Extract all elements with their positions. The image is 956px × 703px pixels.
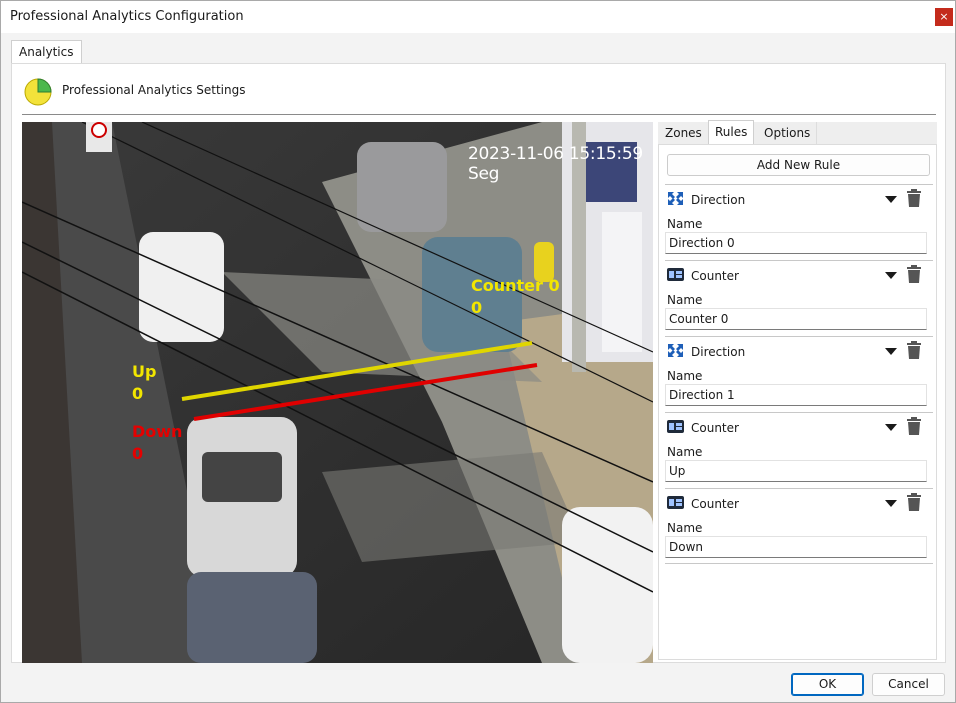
- trash-icon[interactable]: [907, 265, 921, 283]
- rule-type-label: Direction: [691, 193, 746, 207]
- overlay-counter-value: 0: [471, 298, 483, 317]
- overlay-counter: Counter 0 0: [471, 275, 560, 319]
- rule-name-label: Name: [667, 293, 703, 307]
- rule-type-label: Counter: [691, 269, 739, 283]
- overlay-up-value: 0: [132, 384, 144, 403]
- rule-name-input[interactable]: [665, 536, 927, 558]
- overlay-down: Down 0: [132, 421, 182, 465]
- title-bar[interactable]: Professional Analytics Configuration ×: [1, 1, 955, 33]
- direction-arrows-icon: [668, 344, 683, 357]
- camera-view[interactable]: 2023-11-06 15:15:59 Seg Up 0 Down 0 Coun…: [22, 122, 653, 663]
- overlay-counter-name: Counter 0: [471, 276, 560, 295]
- counter-icon: [667, 420, 684, 433]
- overlay-down-name: Down: [132, 422, 183, 441]
- rule-name-input[interactable]: [665, 384, 927, 406]
- chevron-down-icon[interactable]: [885, 500, 897, 507]
- tab-zones[interactable]: Zones: [659, 122, 709, 144]
- side-tab-strip: Zones Rules Options: [658, 120, 937, 144]
- rule-type-label: Direction: [691, 345, 746, 359]
- rule-name-input[interactable]: [665, 460, 927, 482]
- trash-icon[interactable]: [907, 189, 921, 207]
- rule-card: Counter Name: [665, 412, 933, 488]
- analytics-tab-panel: Professional Analytics Settings 2023-11-…: [11, 63, 946, 663]
- rule-card: Direction Name: [665, 184, 933, 260]
- overlay-down-value: 0: [132, 444, 144, 463]
- rule-name-label: Name: [667, 445, 703, 459]
- ok-button[interactable]: OK: [791, 673, 864, 696]
- chevron-down-icon[interactable]: [885, 196, 897, 203]
- direction-arrows-icon: [668, 192, 683, 205]
- rule-card: Counter Name: [665, 260, 933, 336]
- header-title: Professional Analytics Settings: [62, 83, 246, 97]
- trash-icon[interactable]: [907, 341, 921, 359]
- trash-icon[interactable]: [907, 417, 921, 435]
- rules-side-panel: Zones Rules Options Add New Rule Directi…: [658, 120, 937, 660]
- rule-name-input[interactable]: [665, 232, 927, 254]
- tab-analytics[interactable]: Analytics: [11, 40, 82, 64]
- rule-type-label: Counter: [691, 421, 739, 435]
- overlay-up-name: Up: [132, 362, 157, 381]
- close-button[interactable]: ×: [935, 8, 953, 26]
- rule-card: Direction Name: [665, 336, 933, 412]
- pie-chart-icon: [24, 78, 52, 106]
- chevron-down-icon[interactable]: [885, 424, 897, 431]
- rule-card: Counter Name: [665, 488, 933, 564]
- rule-name-input[interactable]: [665, 308, 927, 330]
- tab-rules[interactable]: Rules: [708, 120, 755, 144]
- trash-icon[interactable]: [907, 493, 921, 511]
- video-timestamp: 2023-11-06 15:15:59 Seg: [468, 144, 643, 184]
- header-separator: [22, 114, 936, 115]
- rule-name-label: Name: [667, 217, 703, 231]
- dialog-window: Professional Analytics Configuration × A…: [0, 0, 956, 703]
- camera-scene: [22, 122, 653, 663]
- chevron-down-icon[interactable]: [885, 348, 897, 355]
- rule-name-label: Name: [667, 369, 703, 383]
- window-title: Professional Analytics Configuration: [10, 9, 244, 24]
- counter-icon: [667, 496, 684, 509]
- counter-icon: [667, 268, 684, 281]
- rule-name-label: Name: [667, 521, 703, 535]
- overlay-up: Up 0: [132, 361, 156, 405]
- cancel-button[interactable]: Cancel: [872, 673, 945, 696]
- add-new-rule-button[interactable]: Add New Rule: [667, 154, 930, 176]
- tab-options[interactable]: Options: [758, 122, 818, 144]
- rules-list: Add New Rule Direction Name Direction 0 …: [658, 144, 937, 660]
- rule-type-label: Counter: [691, 497, 739, 511]
- chevron-down-icon[interactable]: [885, 272, 897, 279]
